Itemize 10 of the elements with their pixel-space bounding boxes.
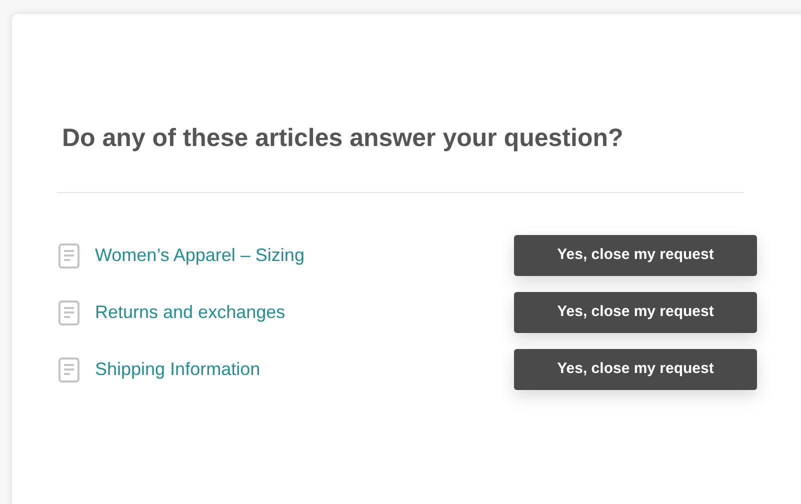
document-icon [58,300,80,326]
article-link[interactable]: Women’s Apparel – Sizing [95,242,304,269]
article-link[interactable]: Returns and exchanges [95,299,286,326]
document-icon [58,356,80,382]
document-icon [58,242,80,268]
close-request-button[interactable]: Yes, close my request [514,235,757,276]
article-link[interactable]: Shipping Information [95,356,260,383]
close-request-button[interactable]: Yes, close my request [514,292,757,333]
close-request-button[interactable]: Yes, close my request [514,349,757,390]
heading: Do any of these articles answer your question? [62,123,624,154]
